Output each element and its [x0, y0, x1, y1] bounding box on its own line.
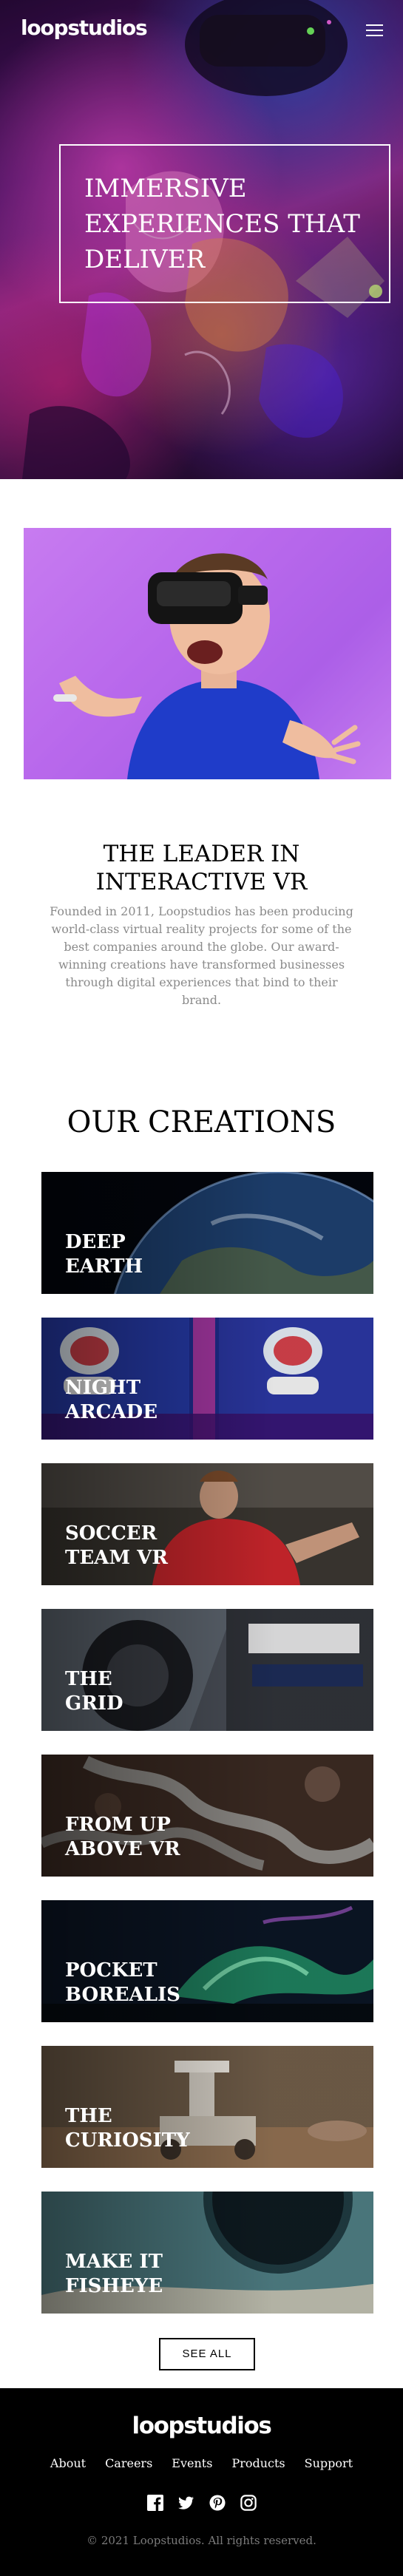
creation-title: Pocket borealis — [65, 1959, 180, 2006]
creation-title: Soccer team VR — [65, 1522, 168, 1569]
instagram-icon[interactable] — [240, 2495, 257, 2511]
copyright-text: © 2021 Loopstudios. All rights reserved. — [87, 2534, 316, 2547]
see-all-button[interactable]: See all — [159, 2338, 255, 2370]
footer-link-events[interactable]: Events — [172, 2456, 212, 2471]
header-logo[interactable]: loopstudios — [21, 18, 148, 38]
footer-link-products[interactable]: Products — [231, 2456, 285, 2471]
creation-card-night-arcade[interactable]: Night arcade — [41, 1318, 373, 1440]
footer-link-about[interactable]: About — [50, 2456, 86, 2471]
creation-card-the-grid[interactable]: The grid — [41, 1609, 373, 1731]
footer-link-careers[interactable]: Careers — [105, 2456, 152, 2471]
creation-title: The curiosity — [65, 2105, 190, 2152]
vr-user-illustration — [24, 528, 391, 779]
creation-title: From up above VR — [65, 1814, 180, 1860]
pinterest-icon[interactable] — [209, 2495, 226, 2511]
creations-heading: Our creations — [67, 1105, 336, 1139]
creation-card-make-it-fisheye[interactable]: Make it fisheye — [41, 2192, 373, 2314]
facebook-icon[interactable] — [146, 2495, 163, 2511]
about-heading: The leader in interactive VR — [95, 841, 308, 895]
creation-card-pocket-borealis[interactable]: Pocket borealis — [41, 1900, 373, 2022]
hero-section: loopstudios Immersive experiences that d… — [0, 0, 403, 479]
creation-title: Make it fisheye — [65, 2251, 163, 2297]
hero-heading: Immersive experiences that deliver — [84, 174, 360, 274]
footer-link-support[interactable]: Support — [305, 2456, 353, 2471]
twitter-icon[interactable] — [177, 2495, 194, 2511]
creation-title: The grid — [65, 1668, 123, 1715]
creation-card-soccer-team-vr[interactable]: Soccer team VR — [41, 1463, 373, 1585]
creation-card-deep-earth[interactable]: Deep earth — [41, 1172, 373, 1294]
footer-social-links — [0, 2495, 403, 2511]
creation-card-from-up-above-vr[interactable]: From up above VR — [41, 1755, 373, 1877]
footer-logo[interactable]: loopstudios — [0, 2415, 403, 2438]
about-description: Founded in 2011, Loopstudios has been pr… — [50, 904, 353, 1007]
vr-user-image — [24, 528, 391, 779]
footer: loopstudios About Careers Events Product… — [0, 2388, 403, 2576]
creation-title: Deep earth — [65, 1231, 143, 1278]
footer-nav: About Careers Events Products Support — [0, 2456, 403, 2471]
hero-heading-box: Immersive experiences that deliver — [59, 144, 390, 303]
hamburger-menu-icon[interactable] — [366, 24, 383, 37]
creation-title: Night arcade — [65, 1377, 158, 1423]
creation-card-the-curiosity[interactable]: The curiosity — [41, 2046, 373, 2168]
